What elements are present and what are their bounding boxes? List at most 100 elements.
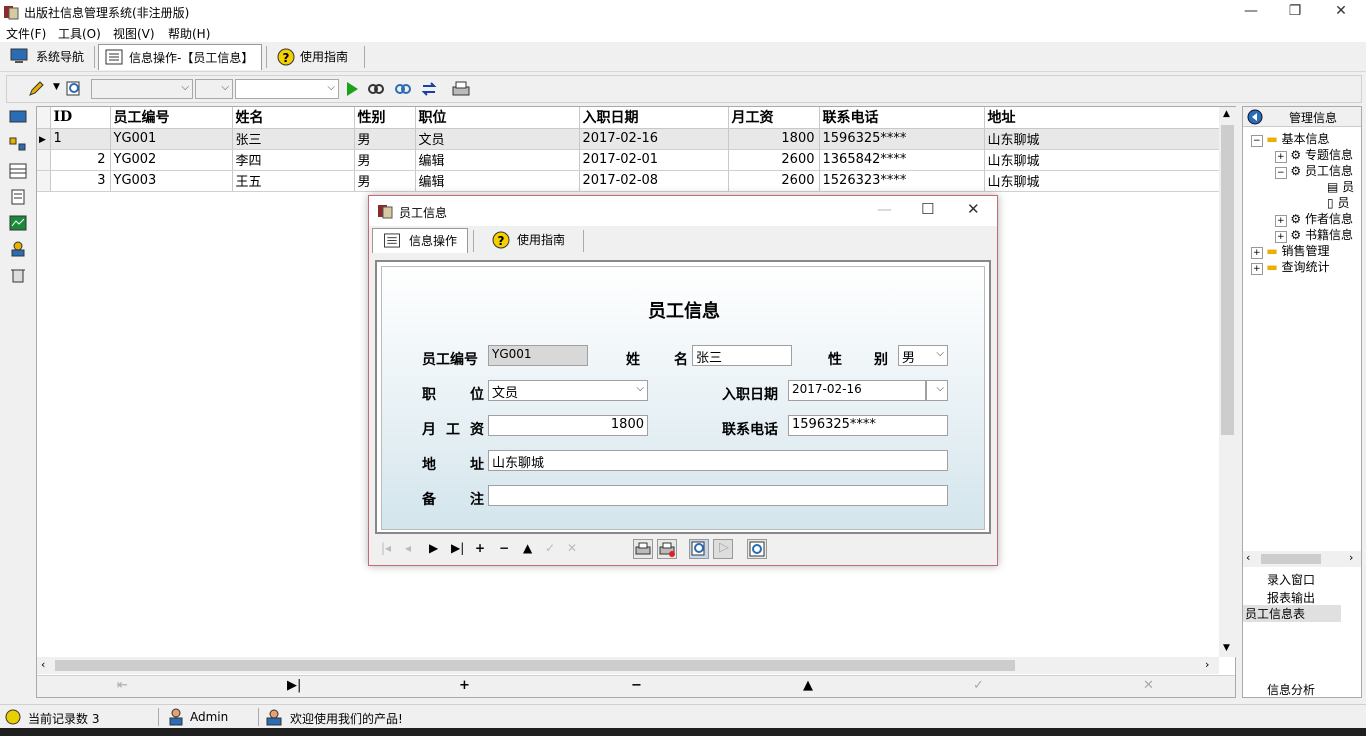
tree-node-author-info[interactable]: + ⚙ 作者信息 xyxy=(1275,210,1361,227)
tree-node-employee-report[interactable]: ▯ 员 xyxy=(1327,194,1361,211)
nav-last-button[interactable]: ▶| xyxy=(287,678,301,693)
print-icon[interactable] xyxy=(450,80,472,98)
list-item-employee-table[interactable]: 员工信息表 xyxy=(1243,605,1341,622)
table-row[interactable]: 2 YG002 李四 男 编辑 2017-02-01 2600 1365842*… xyxy=(37,149,1220,171)
cell-date[interactable]: 2017-02-08 xyxy=(579,170,729,192)
nav-post-button[interactable]: ✓ xyxy=(545,541,555,555)
cell-job[interactable]: 编辑 xyxy=(415,149,580,171)
note-field[interactable] xyxy=(488,485,948,506)
col-header-salary[interactable]: 月工资 xyxy=(728,107,820,129)
col-header-sex[interactable]: 性别 xyxy=(354,107,416,129)
col-header-address[interactable]: 地址 xyxy=(984,107,1220,129)
cell-name[interactable]: 李四 xyxy=(232,149,355,171)
scroll-right-icon[interactable]: › xyxy=(1349,551,1353,564)
find-next-icon[interactable] xyxy=(394,80,412,98)
scroll-thumb[interactable] xyxy=(1221,125,1234,435)
col-header-job[interactable]: 职位 xyxy=(415,107,580,129)
nav-up-button[interactable]: ▲ xyxy=(803,678,813,693)
users-icon[interactable] xyxy=(9,241,27,257)
nav-last-button[interactable]: ▶| xyxy=(451,541,464,555)
nav-up-button[interactable]: ▲ xyxy=(523,541,532,555)
scroll-up-icon[interactable]: ▲ xyxy=(1223,109,1230,119)
col-header-code[interactable]: 员工编号 xyxy=(110,107,233,129)
cell-date[interactable]: 2017-02-01 xyxy=(579,149,729,171)
cell-phone[interactable]: 1526323**** xyxy=(819,170,985,192)
print-button[interactable] xyxy=(633,539,653,559)
nav-delete-button[interactable]: − xyxy=(499,541,509,555)
scroll-thumb[interactable] xyxy=(55,660,1015,671)
col-header-name[interactable]: 姓名 xyxy=(232,107,355,129)
cell-code[interactable]: YG001 xyxy=(110,128,233,150)
cell-job[interactable]: 编辑 xyxy=(415,170,580,192)
scroll-thumb[interactable] xyxy=(1261,554,1321,564)
nav-prior-button[interactable]: ◂ xyxy=(405,541,411,555)
scroll-left-icon[interactable]: ‹ xyxy=(1246,551,1250,564)
monitor-icon[interactable] xyxy=(9,110,27,126)
nav-cancel-button[interactable]: ✕ xyxy=(567,541,577,555)
find-icon[interactable] xyxy=(367,80,385,98)
code-field[interactable]: YG001 xyxy=(488,345,588,366)
scroll-left-icon[interactable]: ‹ xyxy=(41,658,45,671)
list-item-report-output[interactable]: 报表输出 xyxy=(1267,589,1315,606)
cell-salary[interactable]: 1800 xyxy=(728,128,820,150)
cell-id[interactable]: 3 xyxy=(50,170,111,192)
dialog-tab-ops[interactable]: 信息操作 xyxy=(372,228,468,253)
tab-system-nav[interactable]: 系统导航 xyxy=(6,44,92,70)
tree-node-query[interactable]: + ▬ 查询统计 xyxy=(1251,258,1361,275)
cell-date[interactable]: 2017-02-16 xyxy=(579,128,729,150)
nav-delete-button[interactable]: − xyxy=(631,678,642,693)
grid-horizontal-scrollbar[interactable]: ‹ › xyxy=(37,657,1219,674)
nav-first-button[interactable]: |◂ xyxy=(381,541,391,555)
cell-sex[interactable]: 男 xyxy=(354,170,416,192)
play-button[interactable]: ▷ xyxy=(713,539,733,559)
cell-sex[interactable]: 男 xyxy=(354,149,416,171)
dialog-minimize-button[interactable]: — xyxy=(877,200,892,218)
field-select[interactable]: ⌵ xyxy=(91,79,193,99)
date-field[interactable]: 2017-02-16 xyxy=(788,380,926,401)
zoom-button[interactable] xyxy=(747,539,767,559)
tree-node-book-info[interactable]: + ⚙ 书籍信息 xyxy=(1275,226,1361,243)
expand-icon[interactable]: + xyxy=(1251,263,1263,275)
dropdown-arrow-icon[interactable]: ▼ xyxy=(53,82,60,92)
trash-icon[interactable] xyxy=(9,267,27,283)
tree-node-sales[interactable]: + ▬ 销售管理 xyxy=(1251,242,1361,259)
cell-address[interactable]: 山东聊城 xyxy=(984,170,1220,192)
minimize-button[interactable]: — xyxy=(1228,0,1274,24)
cell-phone[interactable]: 1596325**** xyxy=(819,128,985,150)
nav-next-button[interactable]: ▶ xyxy=(429,541,438,555)
document-icon[interactable] xyxy=(9,189,27,205)
nav-post-button[interactable]: ✓ xyxy=(973,678,984,693)
dialog-tab-guide[interactable]: ? 使用指南 xyxy=(481,228,581,253)
col-header-id[interactable]: ID xyxy=(50,107,111,129)
cell-sex[interactable]: 男 xyxy=(354,128,416,150)
print-preview-button[interactable] xyxy=(657,539,677,559)
phone-field[interactable]: 1596325**** xyxy=(788,415,948,436)
address-field[interactable]: 山东聊城 xyxy=(488,450,948,471)
name-field[interactable]: 张三 xyxy=(692,345,792,366)
date-picker-button[interactable]: ⌵ xyxy=(926,380,948,401)
search-button[interactable] xyxy=(689,539,709,559)
operator-select[interactable]: ⌵ xyxy=(195,79,233,99)
nav-cancel-button[interactable]: ✕ xyxy=(1143,678,1154,693)
job-select[interactable]: 文员 ⌵ xyxy=(488,380,648,401)
table-row[interactable]: ▶ 1 YG001 张三 男 文员 2017-02-16 1800 159632… xyxy=(37,128,1220,150)
close-button[interactable]: ✕ xyxy=(1318,0,1364,24)
cell-address[interactable]: 山东聊城 xyxy=(984,128,1220,150)
tab-info-ops[interactable]: 信息操作-【员工信息】 xyxy=(98,44,262,70)
value-select[interactable]: ⌵ xyxy=(235,79,339,99)
col-header-date[interactable]: 入职日期 xyxy=(579,107,729,129)
tree-horizontal-scrollbar[interactable]: ‹ › xyxy=(1243,551,1361,567)
sex-select[interactable]: 男 ⌵ xyxy=(898,345,948,366)
tree-node-employee-form[interactable]: ▤ 员 xyxy=(1327,178,1361,195)
cell-salary[interactable]: 2600 xyxy=(728,170,820,192)
search-icon[interactable] xyxy=(65,80,83,98)
nav-add-button[interactable]: + xyxy=(475,541,485,555)
back-circle-icon[interactable] xyxy=(1247,109,1263,125)
cell-id[interactable]: 1 xyxy=(50,128,111,150)
cell-code[interactable]: YG003 xyxy=(110,170,233,192)
table-row[interactable]: 3 YG003 王五 男 编辑 2017-02-08 2600 1526323*… xyxy=(37,170,1220,192)
dialog-close-button[interactable]: ✕ xyxy=(967,200,980,218)
nav-add-button[interactable]: + xyxy=(459,678,470,693)
cell-name[interactable]: 王五 xyxy=(232,170,355,192)
nav-first-button[interactable]: ⇤ xyxy=(117,678,128,693)
